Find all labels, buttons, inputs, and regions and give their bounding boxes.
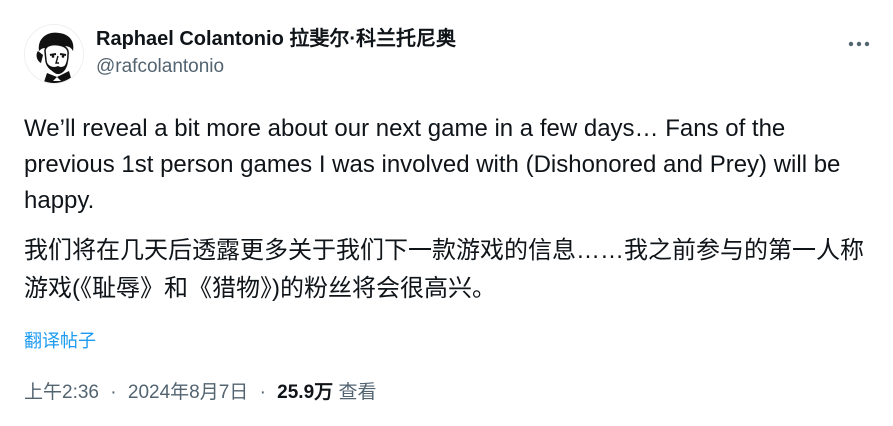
more-options-icon — [848, 41, 870, 47]
author-handle[interactable]: @rafcolantonio — [96, 54, 456, 80]
separator: · — [259, 382, 266, 403]
portrait-avatar-icon — [25, 25, 83, 83]
views-label: 查看 — [338, 382, 377, 403]
author-display-name[interactable]: Raphael Colantonio 拉斐尔·科兰托尼奥 — [96, 26, 456, 52]
author-info: Raphael Colantonio 拉斐尔·科兰托尼奥 @rafcolanto… — [96, 26, 456, 80]
tweet-text-chinese: 我们将在几天后透露更多关于我们下一款游戏的信息……我之前参与的第一人称游戏(《耻… — [24, 237, 864, 302]
tweet-date[interactable]: 2024年8月7日 — [128, 382, 248, 403]
tweet-meta: 上午2:36 · 2024年8月7日 · 25.9万 查看 — [24, 377, 376, 404]
separator: · — [110, 382, 117, 403]
views-count[interactable]: 25.9万 — [277, 382, 333, 403]
tweet-text: We’ll reveal a bit more about our next g… — [24, 111, 874, 308]
tweet-text-english: We’ll reveal a bit more about our next g… — [24, 115, 841, 214]
avatar[interactable] — [24, 24, 84, 84]
tweet-header: Raphael Colantonio 拉斐尔·科兰托尼奥 @rafcolanto… — [24, 24, 873, 88]
more-options-button[interactable] — [845, 30, 873, 58]
tweet-time[interactable]: 上午2:36 — [24, 382, 99, 403]
translate-post-link[interactable]: 翻译帖子 — [24, 327, 96, 353]
